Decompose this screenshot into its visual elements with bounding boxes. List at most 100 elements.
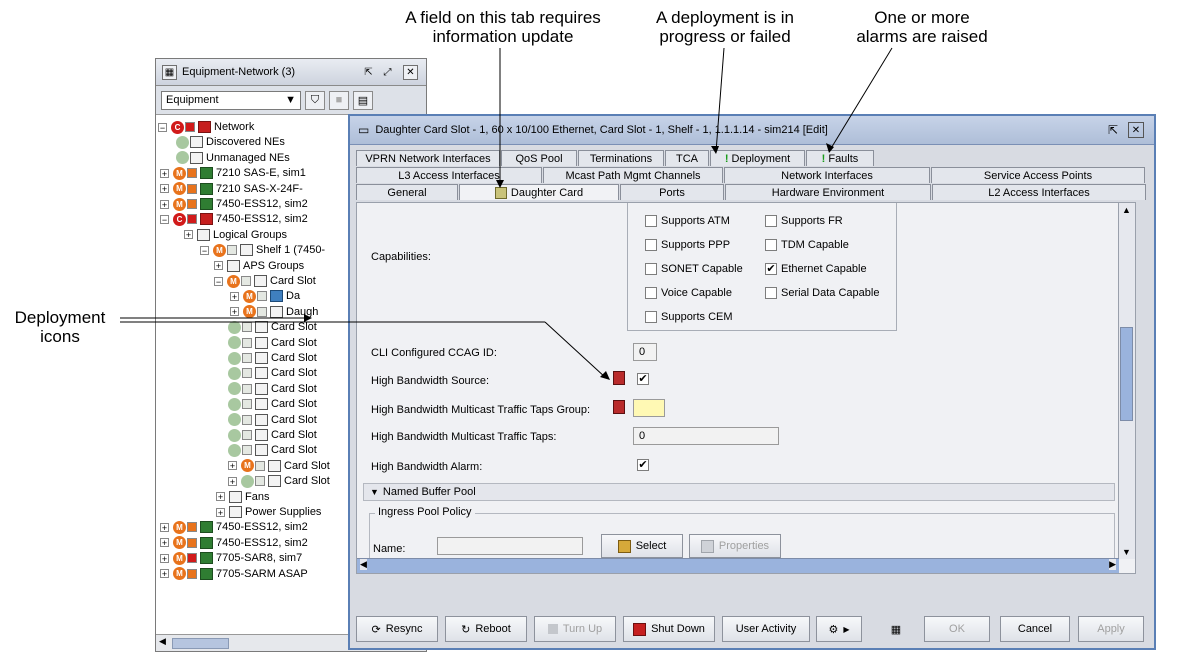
scroll-left-icon[interactable]: ◀ bbox=[159, 636, 166, 647]
shut-down-button[interactable]: Shut Down bbox=[623, 616, 715, 642]
supports-atm-checkbox[interactable]: Supports ATM bbox=[645, 215, 730, 227]
select-button[interactable]: Select bbox=[601, 534, 683, 558]
sonet-capable-checkbox[interactable]: SONET Capable bbox=[645, 263, 743, 275]
stop-icon[interactable]: ■ bbox=[329, 90, 349, 110]
tdm-capable-checkbox[interactable]: TDM Capable bbox=[765, 239, 849, 251]
name-field[interactable] bbox=[437, 537, 583, 555]
tree-item[interactable]: + M 7210 SAS-X-24F- bbox=[160, 181, 303, 197]
tree-item[interactable]: + Power Supplies bbox=[216, 504, 321, 520]
turn-up-button[interactable]: Turn Up bbox=[534, 616, 616, 642]
scroll-left-icon[interactable]: ◀ bbox=[360, 559, 367, 570]
tree-item[interactable]: − M Card Slot bbox=[214, 273, 316, 289]
tree-item[interactable]: Card Slot bbox=[228, 381, 317, 397]
properties-window-button[interactable]: ▦ bbox=[882, 616, 910, 642]
tab-tca[interactable]: TCA bbox=[665, 150, 709, 166]
more-actions-button[interactable]: ⚙ ▶ bbox=[816, 616, 862, 642]
tree-item[interactable]: + APS Groups bbox=[214, 258, 304, 274]
tab-qos-pool[interactable]: QoS Pool bbox=[501, 150, 577, 166]
named-buffer-pool-header[interactable]: ▼ Named Buffer Pool bbox=[363, 483, 1115, 501]
expand-icon[interactable]: + bbox=[184, 230, 193, 240]
ethernet-capable-checkbox[interactable]: ✔ Ethernet Capable bbox=[765, 263, 867, 275]
tab-mcast-path-mgmt-channels[interactable]: Mcast Path Mgmt Channels bbox=[543, 167, 723, 183]
ethernet-capable-box[interactable]: ✔ bbox=[765, 263, 777, 275]
tree-item[interactable]: Card Slot bbox=[228, 319, 317, 335]
tab-general[interactable]: General bbox=[356, 184, 458, 200]
panel-vscroll-thumb[interactable] bbox=[1120, 327, 1133, 421]
apply-button[interactable]: Apply bbox=[1078, 616, 1144, 642]
voice-capable-box[interactable] bbox=[645, 287, 657, 299]
supports-fr-checkbox[interactable]: Supports FR bbox=[765, 215, 843, 227]
supports-ppp-box[interactable] bbox=[645, 239, 657, 251]
collapse-icon[interactable]: − bbox=[200, 245, 209, 255]
tree-item[interactable]: − C 7450-ESS12, sim2 bbox=[160, 211, 308, 227]
tree-item[interactable]: Card Slot bbox=[228, 427, 317, 443]
expand-icon[interactable]: + bbox=[160, 538, 169, 548]
hb-alarm-checkbox[interactable]: ✔ bbox=[637, 459, 649, 471]
tree-item[interactable]: Card Slot bbox=[228, 442, 317, 458]
close-icon[interactable]: ✕ bbox=[403, 64, 418, 80]
collapse-icon[interactable]: − bbox=[158, 122, 167, 132]
ccag-id-field[interactable]: 0 bbox=[633, 343, 657, 361]
tab-daughter-card[interactable]: Daughter Card bbox=[459, 184, 619, 200]
expand-icon[interactable]: + bbox=[228, 461, 237, 471]
tree-item[interactable]: + M 7705-SARM ASAP bbox=[160, 566, 308, 582]
cancel-button[interactable]: Cancel bbox=[1000, 616, 1070, 642]
tree-item[interactable]: Card Slot bbox=[228, 396, 317, 412]
tab-network-interfaces[interactable]: Network Interfaces bbox=[724, 167, 930, 183]
filter-icon[interactable]: ⛉ bbox=[305, 90, 325, 110]
tab-ports[interactable]: Ports bbox=[620, 184, 724, 200]
hb-mcast-group-field[interactable] bbox=[633, 399, 665, 417]
expand-icon[interactable]: + bbox=[214, 261, 223, 271]
supports-atm-box[interactable] bbox=[645, 215, 657, 227]
tree-item[interactable]: + Fans bbox=[216, 489, 269, 505]
tree-item[interactable]: + M 7450-ESS12, sim2 bbox=[160, 519, 308, 535]
panel-vertical-scrollbar[interactable]: ▲ ▼ bbox=[1118, 203, 1135, 559]
expand-icon[interactable]: + bbox=[160, 553, 169, 563]
voice-capable-checkbox[interactable]: Voice Capable bbox=[645, 287, 732, 299]
expand-icon[interactable]: + bbox=[160, 184, 169, 194]
collapse-icon[interactable]: ▼ bbox=[370, 487, 379, 497]
tree-item[interactable]: + M Card Slot bbox=[228, 458, 330, 474]
serial-data-capable-box[interactable] bbox=[765, 287, 777, 299]
tdm-capable-box[interactable] bbox=[765, 239, 777, 251]
tree-item[interactable]: + M Da bbox=[230, 288, 300, 304]
expand-icon[interactable]: + bbox=[160, 168, 169, 178]
tree-item[interactable]: + Logical Groups bbox=[184, 227, 287, 243]
collapse-icon[interactable]: − bbox=[214, 276, 223, 286]
panel-horizontal-scrollbar[interactable]: ◀ ▶ bbox=[357, 558, 1119, 573]
expand-icon[interactable]: + bbox=[216, 492, 225, 502]
tree-view-select[interactable]: Equipment ▼ bbox=[161, 90, 301, 110]
properties-icon[interactable]: ▤ bbox=[353, 90, 373, 110]
tab-vprn-network-interfaces[interactable]: VPRN Network Interfaces bbox=[356, 150, 500, 166]
tree-item[interactable]: Unmanaged NEs bbox=[176, 150, 290, 166]
expand-icon[interactable]: + bbox=[160, 522, 169, 532]
tree-item[interactable]: + M 7705-SAR8, sim7 bbox=[160, 550, 302, 566]
tab-terminations[interactable]: Terminations bbox=[578, 150, 664, 166]
scroll-up-icon[interactable]: ▲ bbox=[1122, 205, 1131, 215]
tab-l3-access-interfaces[interactable]: L3 Access Interfaces bbox=[356, 167, 542, 183]
supports-cem-checkbox[interactable]: Supports CEM bbox=[645, 311, 733, 323]
maximize-icon[interactable]: ⤢ bbox=[380, 65, 395, 80]
tree-item[interactable]: + M 7210 SAS-E, sim1 bbox=[160, 165, 306, 181]
scroll-right-icon[interactable]: ▶ bbox=[1109, 559, 1116, 570]
tree-item[interactable]: Discovered NEs bbox=[176, 134, 285, 150]
tree-item[interactable]: Card Slot bbox=[228, 335, 317, 351]
supports-cem-box[interactable] bbox=[645, 311, 657, 323]
tree-item[interactable]: Card Slot bbox=[228, 412, 317, 428]
hb-source-checkbox[interactable]: ✔ bbox=[637, 373, 649, 385]
undock-icon[interactable]: ⇱ bbox=[1108, 123, 1118, 137]
tree-item[interactable]: + M Daugh bbox=[230, 304, 318, 320]
scroll-down-icon[interactable]: ▼ bbox=[1122, 547, 1131, 557]
expand-icon[interactable]: + bbox=[160, 199, 169, 209]
tree-item[interactable]: − M Shelf 1 (7450- bbox=[200, 242, 325, 258]
expand-icon[interactable]: + bbox=[230, 307, 239, 317]
serial-data-capable-checkbox[interactable]: Serial Data Capable bbox=[765, 287, 879, 299]
tree-item[interactable]: + M 7450-ESS12, sim2 bbox=[160, 196, 308, 212]
expand-icon[interactable]: + bbox=[230, 291, 239, 301]
tab-faults[interactable]: ! Faults bbox=[806, 150, 874, 166]
undock-icon[interactable]: ⇱ bbox=[361, 65, 376, 80]
reboot-button[interactable]: ↻ Reboot bbox=[445, 616, 527, 642]
tree-item[interactable]: Card Slot bbox=[228, 365, 317, 381]
expand-icon[interactable]: + bbox=[216, 507, 225, 517]
ok-button[interactable]: OK bbox=[924, 616, 990, 642]
